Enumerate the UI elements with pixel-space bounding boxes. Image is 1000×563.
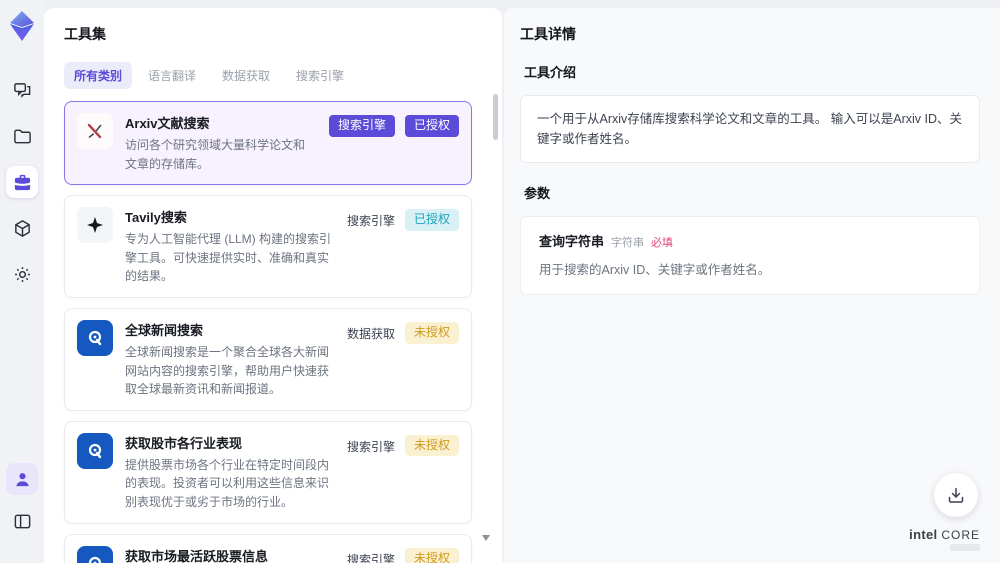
globalnews-logo-icon	[77, 319, 113, 356]
parameter-type: 字符串	[611, 237, 645, 249]
tab-search-engine[interactable]: 搜索引擎	[286, 62, 354, 89]
user-icon	[15, 472, 29, 486]
tool-card[interactable]: 获取市场最活跃股票信息 提供当天交易量最高的股票列表。投资者可以利用这些信息来识…	[64, 533, 472, 563]
brand-intel-text: intel	[909, 527, 938, 542]
tool-auth-badge: 未授权	[404, 321, 459, 344]
tool-name: 获取股市各行业表现	[125, 435, 243, 451]
toolbox-icon	[14, 174, 30, 190]
tool-auth-badge: 未授权	[404, 547, 459, 563]
app-logo-icon[interactable]	[7, 10, 37, 42]
tool-category-badge: 搜索引擎	[328, 115, 395, 137]
sidebar-item-packages[interactable]	[6, 212, 38, 244]
cube-icon	[14, 219, 30, 237]
tool-name: Arxiv文献搜索	[125, 116, 210, 131]
tool-card[interactable]: Tavily搜索 专为人工智能代理 (LLM) 构建的搜索引擎工具。可快速提供实…	[64, 195, 472, 298]
parameter-card: 查询字符串 字符串 必填 用于搜索的Arxiv ID、关键字或作者姓名。	[520, 216, 980, 295]
tool-description: 提供股票市场各个行业在特定时间段内的表现。投资者可以利用这些信息来识别表现优于或…	[125, 457, 330, 509]
sidebar-item-files[interactable]	[6, 120, 38, 152]
tool-list: Arxiv文献搜索 访问各个研究领域大量科学论文和文章的存储库。 搜索引擎 已授…	[64, 101, 482, 563]
market-logo-icon	[77, 432, 113, 469]
sidebar-item-chat[interactable]	[6, 74, 38, 106]
scrollbar-thumb[interactable]	[493, 94, 498, 140]
chat-icon	[13, 82, 30, 98]
folder-icon	[13, 129, 31, 143]
stock-logo-icon	[77, 545, 113, 563]
list-scrollbar[interactable]	[493, 86, 498, 555]
tool-name: 全球新闻搜索	[125, 322, 204, 338]
parameter-description: 用于搜索的Arxiv ID、关键字或作者姓名。	[539, 263, 771, 277]
tool-detail-panel: 工具详情 工具介绍 一个用于从Arxiv存储库搜索科学论文和文章的工具。 输入可…	[504, 8, 1000, 563]
sidebar-item-settings[interactable]	[6, 258, 38, 290]
main-area: 工具集 所有类别 语言翻译 数据获取 搜索引擎 Arxiv文献搜索 访问各个研究…	[44, 8, 1000, 563]
tool-intro-box: 一个用于从Arxiv存储库搜索科学论文和文章的工具。 输入可以是Arxiv ID…	[520, 95, 980, 163]
tool-list-panel: 工具集 所有类别 语言翻译 数据获取 搜索引擎 Arxiv文献搜索 访问各个研究…	[44, 8, 502, 563]
tool-auth-badge: 已授权	[404, 115, 459, 137]
tool-card[interactable]: 全球新闻搜索 全球新闻搜索是一个聚合全球各大新闻网站内容的搜索引擎，帮助用户快速…	[64, 307, 472, 411]
sidebar-item-account[interactable]	[6, 463, 38, 495]
brand-ghost-mark	[950, 544, 980, 551]
tool-category-badge: 搜索引擎	[346, 214, 395, 229]
arxiv-logo-icon	[77, 113, 113, 149]
parameter-header: 查询字符串 字符串 必填	[539, 231, 961, 250]
tool-category-badge: 搜索引擎	[346, 439, 395, 454]
tool-card[interactable]: Arxiv文献搜索 访问各个研究领域大量科学论文和文章的存储库。 搜索引擎 已授…	[64, 101, 472, 186]
tool-description: 全球新闻搜索是一个聚合全球各大新闻网站内容的搜索引擎，帮助用户快速获取全球最新资…	[125, 344, 330, 397]
sidebar-item-tools[interactable]	[6, 166, 38, 198]
tool-auth-badge: 未授权	[404, 434, 459, 457]
tavily-star-icon	[77, 207, 113, 244]
brand-core-text: CORE	[941, 528, 980, 542]
sidebar-item-collapse[interactable]	[6, 505, 38, 537]
page-title: 工具集	[64, 26, 106, 42]
scroll-down-icon[interactable]	[482, 535, 490, 541]
panel-toggle-icon	[14, 514, 30, 528]
tool-auth-badge: 已授权	[404, 209, 459, 231]
tool-category-badge: 搜索引擎	[346, 552, 395, 563]
gear-icon	[14, 266, 30, 282]
tool-description: 访问各个研究领域大量科学论文和文章的存储库。	[125, 138, 306, 171]
category-tabs: 所有类别 语言翻译 数据获取 搜索引擎	[64, 62, 482, 89]
tool-name: Tavily搜索	[125, 210, 187, 226]
download-button[interactable]	[934, 473, 978, 517]
intel-core-logo: intel CORE	[909, 527, 980, 551]
parameter-required-badge: 必填	[651, 237, 674, 249]
params-section-title: 参数	[524, 186, 551, 201]
tool-name: 获取市场最活跃股票信息	[125, 548, 269, 563]
detail-title: 工具详情	[520, 26, 576, 42]
tab-all-categories[interactable]: 所有类别	[64, 62, 133, 89]
tool-intro-text: 一个用于从Arxiv存储库搜索科学论文和文章的工具。 输入可以是Arxiv ID…	[537, 112, 963, 146]
download-icon	[948, 487, 964, 503]
tab-data-acquisition[interactable]: 数据获取	[212, 62, 280, 89]
intro-section-title: 工具介绍	[524, 65, 577, 80]
tool-category-badge: 数据获取	[346, 326, 395, 341]
tab-language-translation[interactable]: 语言翻译	[138, 62, 206, 89]
tool-card[interactable]: 获取股市各行业表现 提供股票市场各个行业在特定时间段内的表现。投资者可以利用这些…	[64, 420, 472, 524]
parameter-name: 查询字符串	[539, 234, 605, 249]
tool-description: 专为人工智能代理 (LLM) 构建的搜索引擎工具。可快速提供实时、准确和真实的结…	[125, 232, 332, 284]
left-icon-rail	[0, 0, 44, 563]
